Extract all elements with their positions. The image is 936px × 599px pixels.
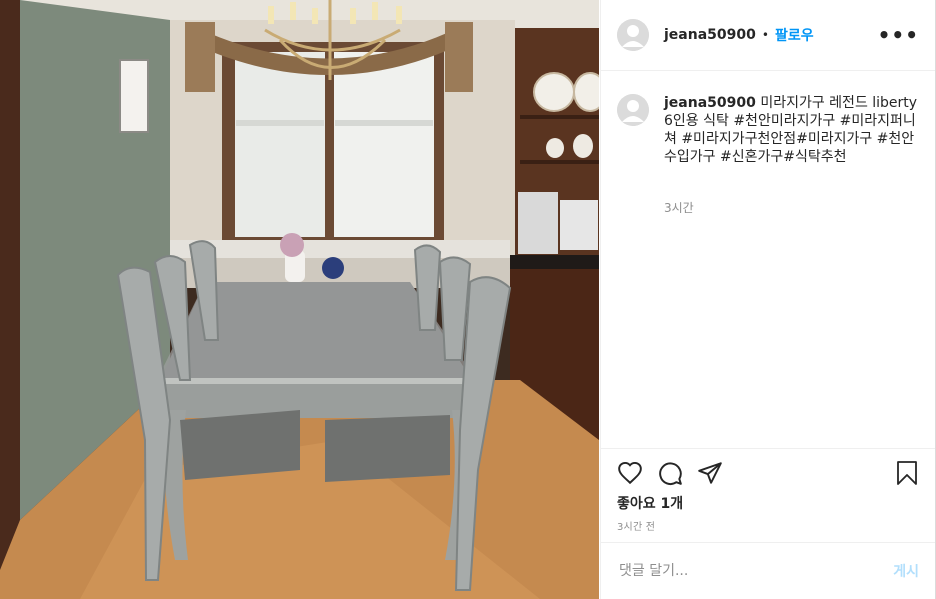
dining-room-photo bbox=[0, 0, 599, 599]
header-separator: • bbox=[761, 28, 769, 42]
actions-divider bbox=[601, 448, 935, 449]
likes-count[interactable]: 좋아요 1개 bbox=[617, 493, 683, 513]
paper-plane-icon[interactable] bbox=[697, 460, 723, 486]
post-timestamp[interactable]: 3시간 전 bbox=[617, 518, 655, 533]
comment-timestamp[interactable]: 3시간 bbox=[664, 199, 694, 216]
bookmark-icon[interactable] bbox=[895, 460, 919, 486]
post-side-panel: jeana50900 • 팔로우 ••• jeana50900 미라지가구 레전… bbox=[600, 0, 936, 599]
add-comment-bar: 게시 bbox=[601, 542, 935, 598]
more-options-icon[interactable]: ••• bbox=[878, 23, 919, 47]
post-photo[interactable] bbox=[0, 0, 599, 599]
caption-text-block: jeana50900 미라지가구 레전드 liberty 6인용 식탁 #천안미… bbox=[664, 94, 919, 166]
heart-icon[interactable] bbox=[617, 460, 643, 486]
instagram-post-view: jeana50900 • 팔로우 ••• jeana50900 미라지가구 레전… bbox=[0, 0, 936, 599]
header-username[interactable]: jeana50900 bbox=[664, 27, 756, 43]
comment-bubble-icon[interactable] bbox=[657, 460, 683, 486]
post-comment-button[interactable]: 게시 bbox=[893, 561, 919, 581]
default-avatar-icon[interactable] bbox=[617, 19, 649, 51]
comment-input[interactable] bbox=[617, 561, 894, 580]
post-header: jeana50900 • 팔로우 ••• bbox=[601, 0, 935, 71]
default-avatar-icon[interactable] bbox=[617, 94, 649, 126]
caption-username[interactable]: jeana50900 bbox=[664, 95, 756, 111]
caption-comment: jeana50900 미라지가구 레전드 liberty 6인용 식탁 #천안미… bbox=[617, 94, 919, 166]
follow-button[interactable]: 팔로우 bbox=[775, 25, 814, 45]
action-icons bbox=[617, 460, 723, 486]
